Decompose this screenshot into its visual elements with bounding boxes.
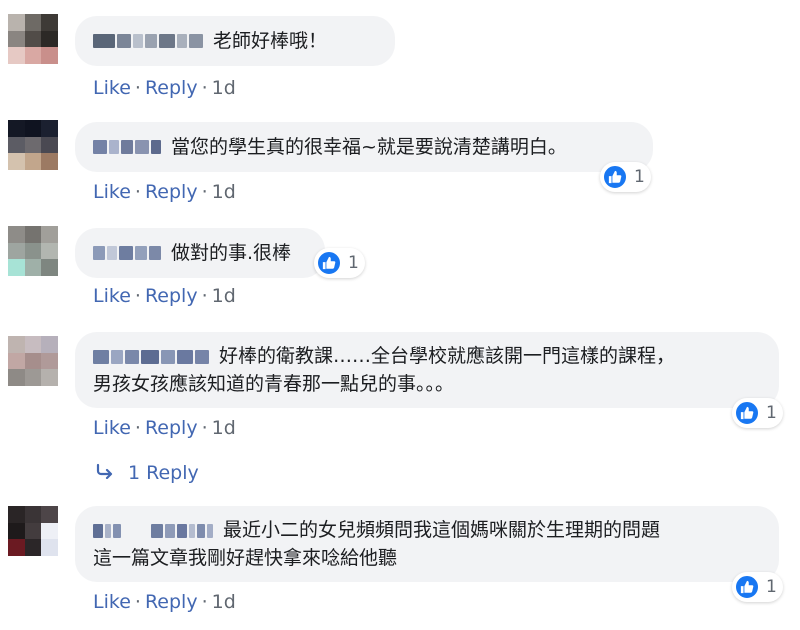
comment-actions: Like · Reply · 1d <box>93 77 236 99</box>
comment-bubble: 好棒的衛教課……全台學校就應該開一門這樣的課程， 男孩女孩應該知道的青春那一點兒… <box>75 332 779 408</box>
thumbs-up-icon <box>316 250 342 276</box>
avatar[interactable] <box>8 14 58 64</box>
commenter-name[interactable] <box>93 244 163 262</box>
comment-text-line1: 好棒的衛教課……全台學校就應該開一門這樣的課程， <box>219 345 676 367</box>
commenter-name[interactable] <box>93 138 163 156</box>
reaction-number: 1 <box>766 403 777 423</box>
comment-bubble: 老師好棒哦！ <box>75 16 395 66</box>
view-replies-link[interactable]: 1 Reply <box>96 462 199 484</box>
reply-link[interactable]: Reply <box>145 181 198 203</box>
comment-text: 做對的事.很棒 <box>171 242 292 264</box>
comment-bubble: 做對的事.很棒 <box>75 228 325 278</box>
reaction-count[interactable]: 1 <box>314 248 365 278</box>
comment-text: 老師好棒哦！ <box>213 30 328 52</box>
comment-actions: Like · Reply · 1d <box>93 591 236 613</box>
reply-link[interactable]: Reply <box>145 417 198 439</box>
comment-text-line2: 男孩女孩應該知道的青春那一點兒的事。。。 <box>93 373 455 395</box>
like-link[interactable]: Like <box>93 591 131 613</box>
comment-text-line1: 最近小二的女兒頻頻問我這個媽咪關於生理期的問題 <box>223 519 661 541</box>
reaction-count[interactable]: 1 <box>732 398 783 428</box>
view-replies-label[interactable]: 1 Reply <box>128 462 199 484</box>
avatar[interactable] <box>8 336 58 386</box>
reaction-count[interactable]: 1 <box>732 572 783 602</box>
timestamp[interactable]: 1d <box>212 181 236 203</box>
comment-bubble: 最近小二的女兒頻頻問我這個媽咪關於生理期的問題 這一篇文章我剛好趕快拿來唸給他聽 <box>75 506 779 582</box>
reply-link[interactable]: Reply <box>145 591 198 613</box>
like-link[interactable]: Like <box>93 181 131 203</box>
timestamp[interactable]: 1d <box>212 417 236 439</box>
thumbs-up-icon <box>734 574 760 600</box>
timestamp[interactable]: 1d <box>212 285 236 307</box>
commenter-name[interactable] <box>93 522 215 540</box>
commenter-name[interactable] <box>93 348 211 366</box>
reaction-count[interactable]: 1 <box>600 162 651 192</box>
timestamp[interactable]: 1d <box>212 77 236 99</box>
avatar[interactable] <box>8 120 58 170</box>
reply-link[interactable]: Reply <box>145 77 198 99</box>
commenter-name[interactable] <box>93 32 205 50</box>
reaction-number: 1 <box>634 167 645 187</box>
comment-actions: Like · Reply · 1d <box>93 181 236 203</box>
comment-text: 當您的學生真的很幸福~就是要說清楚講明白。 <box>171 136 567 158</box>
comment-actions: Like · Reply · 1d <box>93 417 236 439</box>
like-link[interactable]: Like <box>93 77 131 99</box>
comment-bubble: 當您的學生真的很幸福~就是要說清楚講明白。 <box>75 122 653 172</box>
comment-actions: Like · Reply · 1d <box>93 285 236 307</box>
reaction-number: 1 <box>348 253 359 273</box>
reaction-number: 1 <box>766 577 777 597</box>
timestamp[interactable]: 1d <box>212 591 236 613</box>
comment-text-line2: 這一篇文章我剛好趕快拿來唸給他聽 <box>93 547 398 569</box>
thumbs-up-icon <box>734 400 760 426</box>
avatar[interactable] <box>8 506 58 556</box>
like-link[interactable]: Like <box>93 417 131 439</box>
like-link[interactable]: Like <box>93 285 131 307</box>
thumbs-up-icon <box>602 164 628 190</box>
avatar[interactable] <box>8 226 58 276</box>
reply-arrow-icon <box>96 462 114 484</box>
reply-link[interactable]: Reply <box>145 285 198 307</box>
